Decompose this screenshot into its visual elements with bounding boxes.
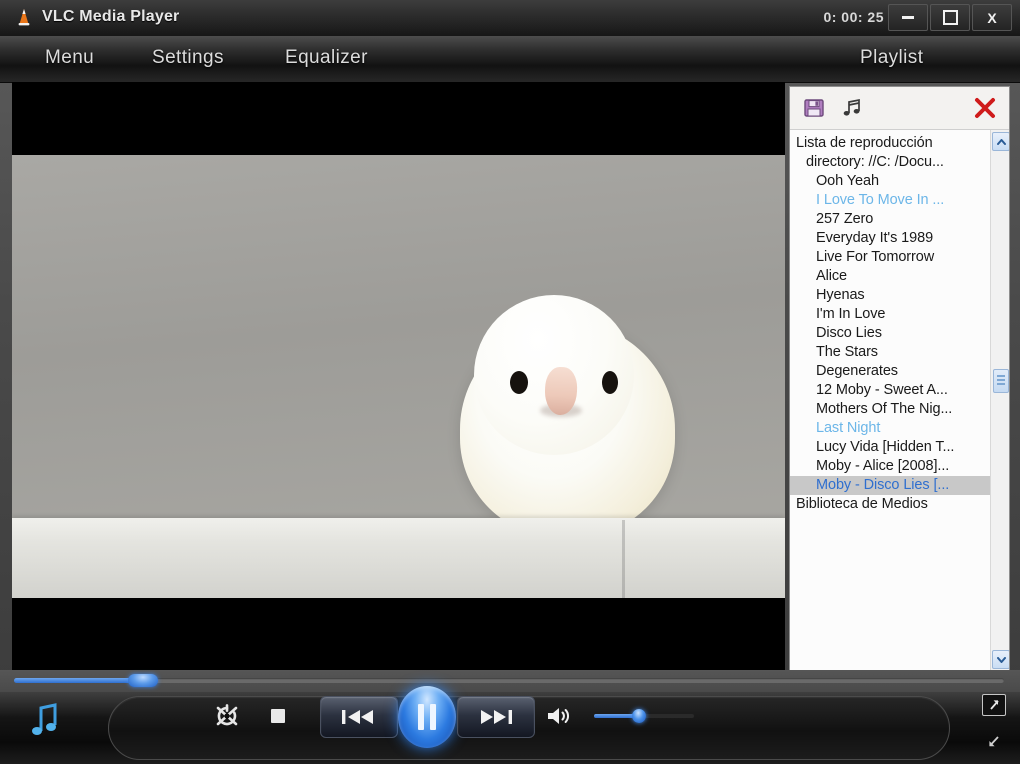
- vlc-cone-icon: [14, 7, 34, 27]
- playlist-item[interactable]: Alice: [790, 267, 990, 286]
- playlist-item[interactable]: Moby - Disco Lies [...: [790, 476, 990, 495]
- music-note-add-icon[interactable]: [838, 95, 866, 121]
- seekbar-area: [0, 670, 1020, 692]
- playlist-item[interactable]: Moby - Alice [2008]...: [790, 457, 990, 476]
- playlist-item[interactable]: I Love To Move In ...: [790, 191, 990, 210]
- video-foreground-ledge: [12, 518, 785, 598]
- volume-slider[interactable]: [594, 709, 694, 723]
- previous-track-icon[interactable]: [320, 696, 398, 738]
- volume-slider-handle[interactable]: [632, 709, 646, 723]
- playlist-item[interactable]: Everyday It's 1989: [790, 229, 990, 248]
- video-chick-eye-right: [602, 371, 618, 394]
- close-x-icon[interactable]: [971, 95, 999, 121]
- chevron-down-icon[interactable]: [992, 650, 1009, 669]
- minimize-button[interactable]: [888, 4, 928, 31]
- pause-icon[interactable]: [398, 686, 456, 748]
- playlist-item[interactable]: Hyenas: [790, 286, 990, 305]
- maximize-icon: [942, 10, 958, 25]
- menubar: Menu Settings Equalizer Playlist: [0, 36, 1020, 83]
- music-note-icon[interactable]: [28, 700, 62, 740]
- playlist-item[interactable]: I'm In Love: [790, 305, 990, 324]
- playlist-item[interactable]: Live For Tomorrow: [790, 248, 990, 267]
- playlist-item[interactable]: The Stars: [790, 343, 990, 362]
- playlist-items: Lista de reproducción directory: //C: /Do…: [790, 130, 990, 671]
- playlist-item[interactable]: Disco Lies: [790, 324, 990, 343]
- loop-icon[interactable]: [214, 703, 240, 729]
- playlist-list-wrapper: Lista de reproducción directory: //C: /Do…: [790, 130, 1009, 671]
- chevron-up-icon[interactable]: [992, 132, 1009, 151]
- playlist-item[interactable]: Biblioteca de Medios: [790, 495, 990, 514]
- playback-time: 0: 00: 25: [823, 9, 884, 25]
- playlist-item[interactable]: 12 Moby - Sweet A...: [790, 381, 990, 400]
- fullscreen-expand-icon[interactable]: [982, 694, 1006, 716]
- playlist-item[interactable]: directory: //C: /Docu...: [790, 153, 990, 172]
- window-controls: X: [888, 4, 1012, 31]
- shrink-arrow-icon[interactable]: [984, 733, 1004, 751]
- playlist-item[interactable]: Last Night: [790, 419, 990, 438]
- seek-slider[interactable]: [14, 674, 1004, 687]
- vlc-media-player-window: VLC Media Player 0: 00: 25 X Menu Settin…: [0, 0, 1020, 764]
- window-title: VLC Media Player: [42, 8, 180, 25]
- menu-item-equalizer[interactable]: Equalizer: [285, 47, 368, 69]
- titlebar: VLC Media Player 0: 00: 25 X: [0, 0, 1020, 37]
- speaker-volume-icon[interactable]: [544, 702, 574, 730]
- scrollbar-thumb[interactable]: [993, 369, 1009, 393]
- playlist-item[interactable]: 257 Zero: [790, 210, 990, 229]
- pause-bars: [418, 704, 436, 730]
- video-ledge-seam: [622, 520, 625, 598]
- maximize-button[interactable]: [930, 4, 970, 31]
- playlist-item[interactable]: Lista de reproducción: [790, 134, 990, 153]
- seek-progress-fill: [14, 678, 143, 683]
- seek-slider-handle[interactable]: [127, 674, 158, 687]
- menu-item-menu[interactable]: Menu: [45, 47, 94, 69]
- stop-icon[interactable]: [265, 703, 291, 729]
- next-track-icon[interactable]: [457, 696, 535, 738]
- menu-item-playlist[interactable]: Playlist: [860, 47, 923, 69]
- minimize-icon: [902, 16, 914, 19]
- menu-item-settings[interactable]: Settings: [152, 47, 224, 69]
- playlist-toolbar: [790, 87, 1009, 130]
- playlist-item[interactable]: Degenerates: [790, 362, 990, 381]
- playlist-item[interactable]: Ooh Yeah: [790, 172, 990, 191]
- video-display[interactable]: [12, 82, 785, 670]
- video-chick-eye-left: [510, 371, 528, 394]
- playlist-panel: Lista de reproducción directory: //C: /Do…: [789, 86, 1010, 672]
- floppy-save-icon[interactable]: [800, 95, 828, 121]
- close-button[interactable]: X: [972, 4, 1012, 31]
- playlist-item[interactable]: Lucy Vida [Hidden T...: [790, 438, 990, 457]
- playlist-item[interactable]: Mothers Of The Nig...: [790, 400, 990, 419]
- playlist-scrollbar[interactable]: [990, 130, 1009, 671]
